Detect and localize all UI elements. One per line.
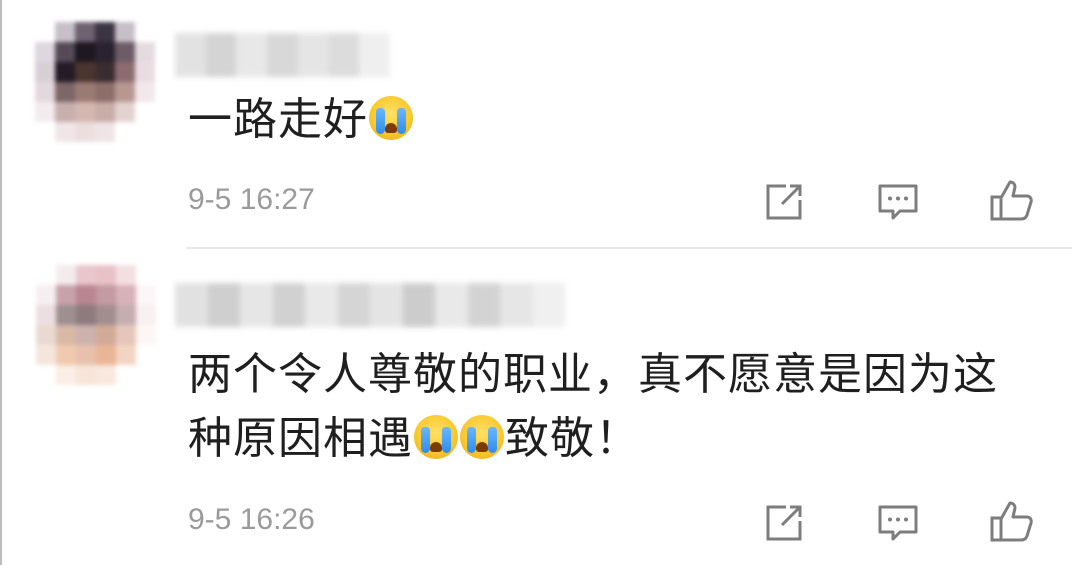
comment-timestamp: 9-5 16:26 bbox=[188, 503, 315, 536]
comment-icon[interactable] bbox=[876, 501, 920, 545]
crying-emoji-icon bbox=[414, 415, 458, 459]
comment-timestamp: 9-5 16:27 bbox=[188, 183, 315, 216]
like-icon[interactable] bbox=[988, 497, 1033, 542]
share-icon[interactable] bbox=[762, 180, 806, 224]
comment-item: 一路走好 9-5 16:27 bbox=[0, 0, 1072, 248]
comment-item: 两个令人尊敬的职业，真不愿意是因为这种原因相遇 致敬！ 9-5 16:26 bbox=[0, 249, 1072, 565]
username-blurred[interactable] bbox=[175, 33, 391, 77]
like-icon[interactable] bbox=[988, 176, 1033, 221]
username-blurred[interactable] bbox=[175, 283, 565, 327]
crying-emoji-icon bbox=[369, 96, 413, 140]
comment-text: 一路走好 bbox=[188, 88, 414, 152]
avatar[interactable] bbox=[36, 265, 156, 385]
avatar[interactable] bbox=[35, 22, 155, 142]
crying-emoji-icon bbox=[460, 415, 504, 459]
comment-icon[interactable] bbox=[876, 180, 920, 224]
comment-text: 两个令人尊敬的职业，真不愿意是因为这种原因相遇 致敬！ bbox=[188, 349, 998, 464]
share-icon[interactable] bbox=[762, 501, 806, 545]
